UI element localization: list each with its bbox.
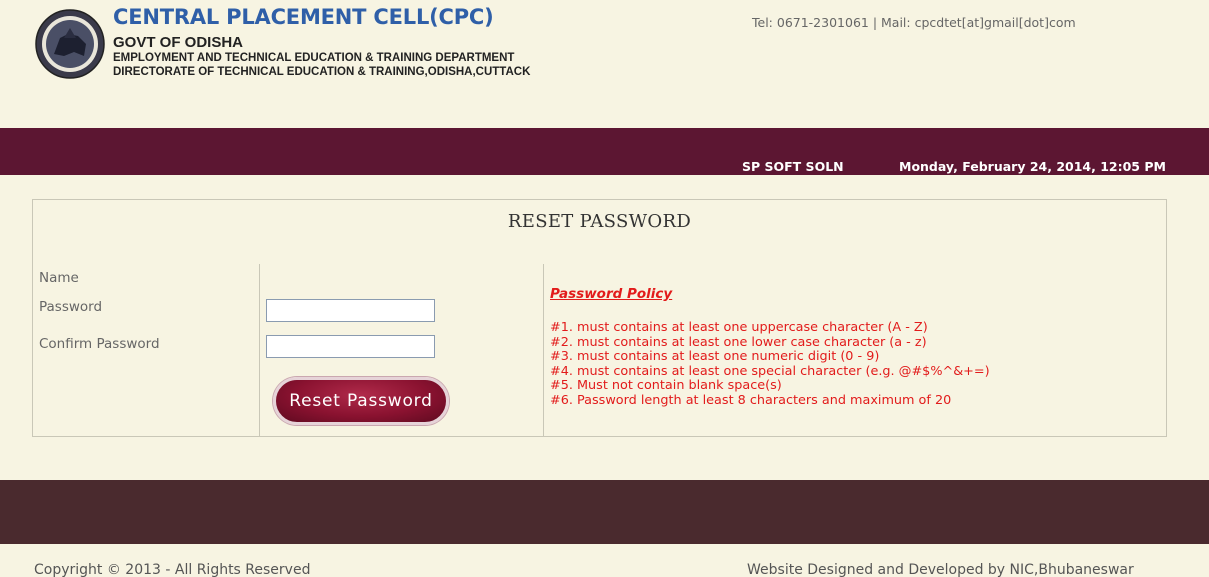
policy-title: Password Policy [550, 286, 673, 302]
current-datetime: Monday, February 24, 2014, 12:05 PM [899, 159, 1166, 174]
odisha-state-emblem-icon [34, 8, 106, 80]
policy-rule: #2. must contains at least one lower cas… [550, 334, 927, 350]
column-divider [259, 264, 260, 437]
column-divider [543, 264, 544, 437]
policy-rule: #3. must contains at least one numeric d… [550, 349, 880, 365]
reset-password-button[interactable]: Reset Password [273, 377, 449, 425]
reset-password-panel: RESET PASSWORD Name Password Confirm Pas… [32, 199, 1167, 437]
directorate-name: DIRECTORATE OF TECHNICAL EDUCATION & TRA… [113, 66, 531, 78]
developer-credit: Website Designed and Developed by NIC,Bh… [747, 562, 1134, 577]
user-org-label: SP SOFT SOLN [742, 159, 844, 174]
policy-rule: #6. Password length at least 8 character… [550, 392, 952, 408]
password-input[interactable] [267, 300, 434, 321]
policy-rule: #4. must contains at least one special c… [550, 363, 990, 379]
org-title: CENTRAL PLACEMENT CELL(CPC) [113, 5, 494, 29]
govt-name: GOVT OF ODISHA [113, 34, 244, 51]
policy-rule: #5. Must not contain blank space(s) [550, 378, 782, 394]
policy-rules: #1. must contains at least one uppercase… [550, 320, 990, 409]
confirm-password-input[interactable] [267, 336, 434, 357]
site-header: CENTRAL PLACEMENT CELL(CPC) GOVT OF ODIS… [0, 0, 1209, 128]
footer-band [0, 480, 1209, 544]
copyright-text: Copyright © 2013 - All Rights Reserved [34, 562, 311, 577]
page-title: RESET PASSWORD [507, 211, 692, 232]
top-bar: SP SOFT SOLN Monday, February 24, 2014, … [0, 128, 1209, 175]
password-field-box [266, 299, 435, 322]
contact-info: Tel: 0671-2301061 | Mail: cpcdtet[at]gma… [752, 15, 1076, 30]
password-label: Password [39, 299, 103, 315]
confirm-password-field-box [266, 335, 435, 358]
department-name: EMPLOYMENT AND TECHNICAL EDUCATION & TRA… [113, 52, 515, 64]
name-label: Name [39, 270, 79, 286]
policy-rule: #1. must contains at least one uppercase… [550, 320, 928, 335]
password-policy: Password Policy #1. must contains at lea… [550, 286, 990, 409]
confirm-password-label: Confirm Password [39, 336, 160, 352]
